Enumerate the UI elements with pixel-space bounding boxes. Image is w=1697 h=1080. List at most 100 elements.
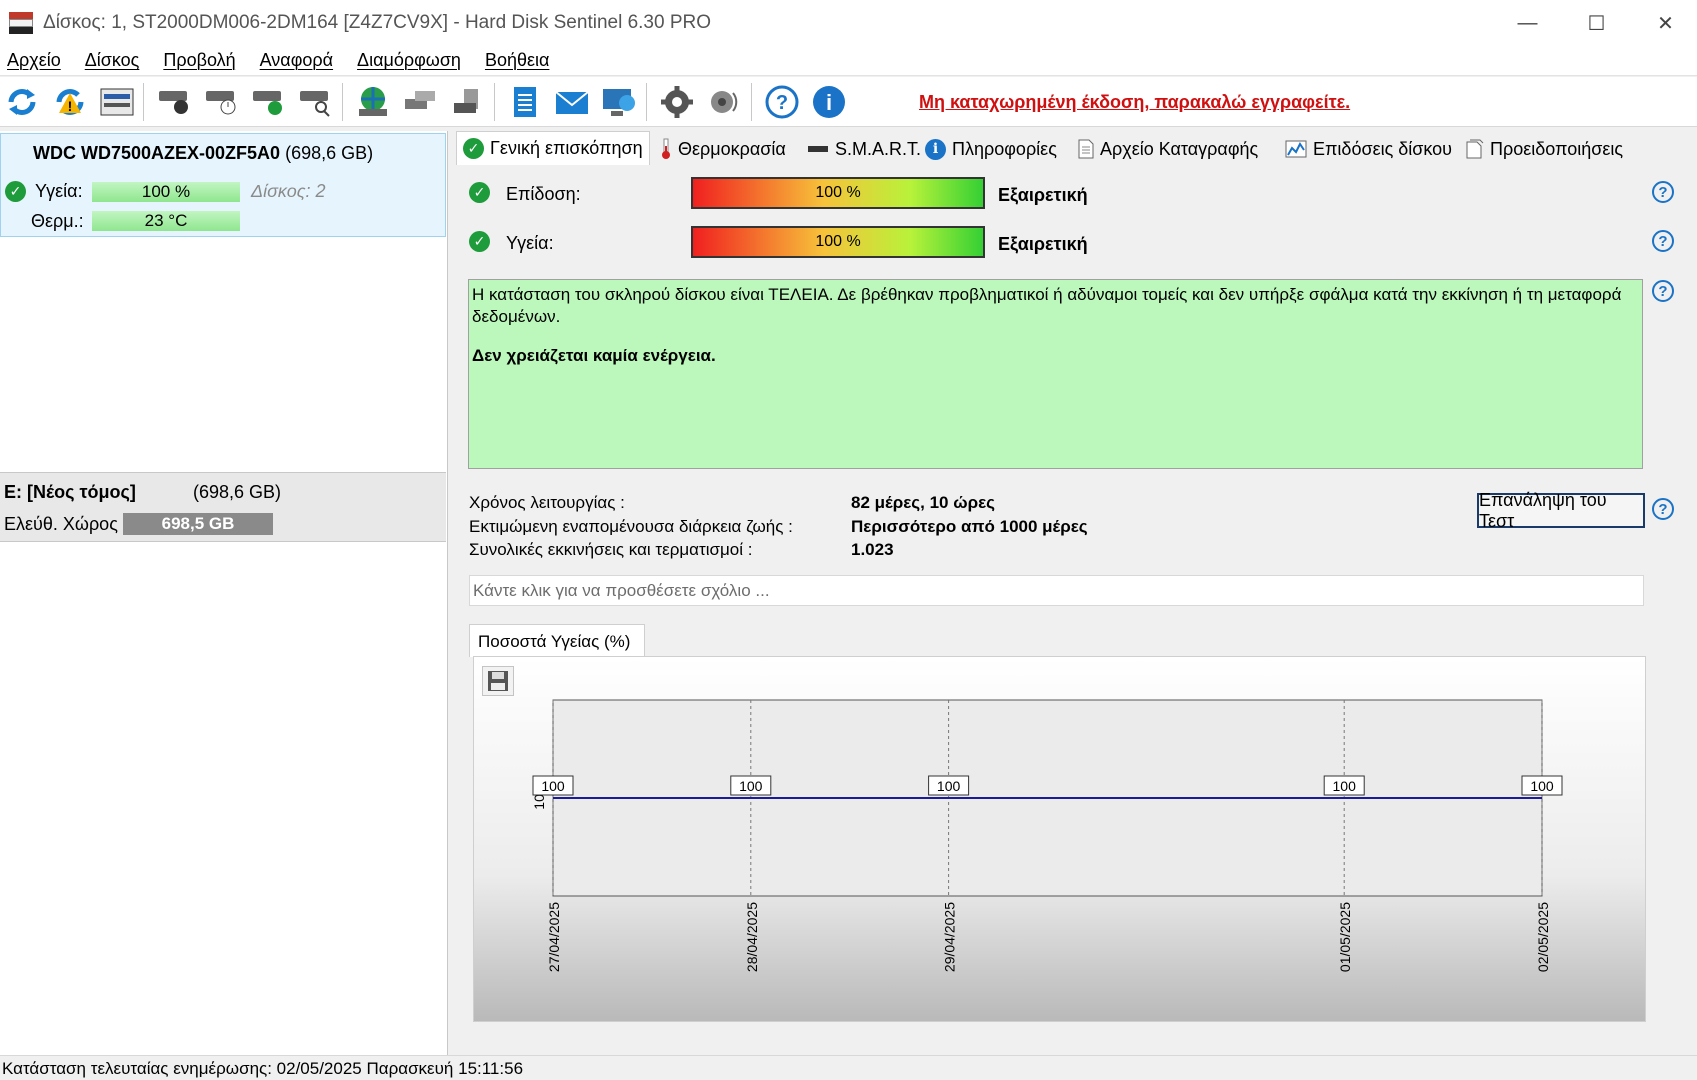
network-icon[interactable] [353,82,393,122]
help-icon[interactable]: ? [762,82,802,122]
tab-label: Πληροφορίες [952,138,1057,159]
x-tick-label: 02/05/2025 [1535,902,1551,972]
disk-list-icon[interactable] [97,82,137,122]
disk-health-label: Υγεία: [35,181,83,201]
tab-smart[interactable]: S.M.A.R.T. [801,134,927,164]
disk-capacity: (698,6 GB) [285,143,374,163]
mail-icon[interactable] [552,82,592,122]
status-bar: Κατάσταση τελευταίας ενημέρωσης: 02/05/2… [0,1055,1697,1080]
tab-temperature[interactable]: Θερμοκρασία [654,134,792,164]
data-label: 100 [1323,775,1365,796]
app-icon [9,12,33,34]
menu-file[interactable]: Αρχείο [7,50,61,71]
disk-surface-icon[interactable] [154,82,194,122]
data-label: 100 [532,775,574,796]
tab-label: Γενική επισκόπηση [490,138,643,158]
refresh-icon[interactable] [2,82,42,122]
volume-capacity: (698,6 GB) [193,482,282,502]
web-report-icon[interactable] [599,82,639,122]
svg-text:!: ! [68,98,73,114]
tab-label: S.M.A.R.T. [835,138,922,159]
minimize-button[interactable]: — [1493,0,1562,46]
menu-bar: Αρχείο Δίσκος Προβολή Αναφορά Διαμόρφωση… [0,46,1697,76]
refresh-warning-icon[interactable]: ! [50,82,90,122]
free-space-bar: 698,5 GB [123,513,273,535]
smart-disk-icon [808,146,828,152]
svg-text:?: ? [776,92,788,114]
menu-help[interactable]: Βοήθεια [485,50,549,71]
tab-label: Επιδόσεις δίσκου [1313,138,1453,159]
data-label: 100 [730,775,772,796]
disk-title: WDC WD7500AZEX-00ZF5A0 (698,6 GB) [33,143,373,164]
menu-view[interactable]: Προβολή [163,50,235,71]
volume-item[interactable]: E: [Νέος τόμος] (698,6 GB) Ελεύθ. Χώρος … [0,472,446,542]
status-text: Η κατάσταση του σκληρού δίσκου είναι ΤΕΛ… [472,285,1622,326]
health-chart-panel: 27/04/2025 28/04/2025 29/04/2025 01/05/2025… [473,656,1646,1022]
tab-label: Προειδοποιήσεις [1490,138,1624,159]
register-link[interactable]: Μη καταχωρημένη έκδοση, παρακαλώ εγγραφε… [919,92,1350,113]
menu-disk[interactable]: Δίσκος [85,50,140,71]
data-label-text: 100 [541,778,565,794]
comment-input[interactable]: Κάντε κλικ για να προσθέσετε σχόλιο ... [469,575,1644,606]
chart-tab-health[interactable]: Ποσοστά Υγείας (%) [469,624,645,657]
uptime-label: Χρόνος λειτουργίας : [469,493,625,512]
disk-search-icon[interactable] [295,82,335,122]
data-label-text: 100 [739,778,763,794]
maximize-button[interactable]: ☐ [1562,0,1631,46]
data-label-text: 100 [937,778,961,794]
health-rating: Εξαιρετική [998,234,1088,254]
x-tick-label: 01/05/2025 [1337,902,1353,972]
tab-label: Θερμοκρασία [678,138,786,159]
help-icon[interactable]: ? [1652,181,1674,203]
performance-rating: Εξαιρετική [998,185,1088,205]
data-label: 100 [1521,775,1563,796]
health-label: Υγεία: [506,233,554,253]
close-button[interactable]: ✕ [1631,0,1697,46]
x-tick-label: 29/04/2025 [942,902,958,972]
performance-chart-icon [1285,140,1307,158]
tab-alerts[interactable]: Προειδοποιήσεις [1460,134,1629,164]
external-disk-icon[interactable] [447,82,487,122]
power-cycles-label: Συνολικές εκκινήσεις και τερματισμοί : [469,540,753,559]
sound-icon[interactable] [704,82,744,122]
disk-check-icon[interactable] [248,82,288,122]
title-bar: Δίσκος: 1, ST2000DM006-2DM164 [Z4Z7CV9X]… [0,0,1697,46]
uptime-value: 82 μέρες, 10 ώρες [851,493,995,512]
status-bar-text: Κατάσταση τελευταίας ενημέρωσης: 02/05/2… [2,1059,524,1078]
remaining-life-label: Εκτιμώμενη εναπομένουσα διάρκεια ζωής : [469,517,793,536]
disk-list-pane: WDC WD7500AZEX-00ZF5A0 (698,6 GB) ✓ Υγεί… [0,131,448,1055]
menu-configuration[interactable]: Διαμόρφωση [357,50,461,71]
info-icon: i [925,138,946,160]
help-icon[interactable]: ? [1652,230,1674,252]
disk-health-bar: 100 % [92,182,240,202]
data-label-text: 100 [1333,778,1357,794]
disk-time-icon[interactable] [201,82,241,122]
tab-disk-performance[interactable]: Επιδόσεις δίσκου [1279,134,1458,164]
volume-name: E: [Νέος τόμος] [4,482,136,502]
log-document-icon [1078,139,1094,159]
data-label-text: 100 [1530,778,1554,794]
disk-transfer-icon[interactable] [400,82,440,122]
info-icon[interactable]: i [809,82,849,122]
help-icon[interactable]: ? [1652,280,1674,302]
performance-gauge: 100 % [691,177,985,209]
overview-pane: ✓ Γενική επισκόπηση Θερμοκρασία S.M.A.R.T… [451,131,1697,1055]
help-icon[interactable]: ? [1652,498,1674,520]
remaining-life-value: Περισσότερο από 1000 μέρες [851,517,1088,536]
menu-report[interactable]: Αναφορά [260,50,333,71]
performance-label: Επίδοση: [506,184,581,204]
svg-text:i: i [826,90,832,115]
retest-button[interactable]: Επανάληψη του Τεστ [1477,490,1645,531]
tab-log[interactable]: Αρχείο Καταγραφής [1072,134,1264,164]
health-ok-icon: ✓ [5,181,26,202]
health-ok-icon: ✓ [469,231,490,252]
tab-information[interactable]: i Πληροφορίες [919,134,1063,164]
toolbar: ! ? i [0,77,1697,127]
disk-item[interactable]: WDC WD7500AZEX-00ZF5A0 (698,6 GB) ✓ Υγεί… [0,133,446,237]
settings-gear-icon[interactable] [657,82,697,122]
performance-ok-icon: ✓ [469,182,490,203]
report-icon[interactable] [505,82,545,122]
tab-overview[interactable]: ✓ Γενική επισκόπηση [456,131,650,165]
disk-number: Δίσκος: 2 [251,181,326,201]
data-label: 100 [928,775,970,796]
